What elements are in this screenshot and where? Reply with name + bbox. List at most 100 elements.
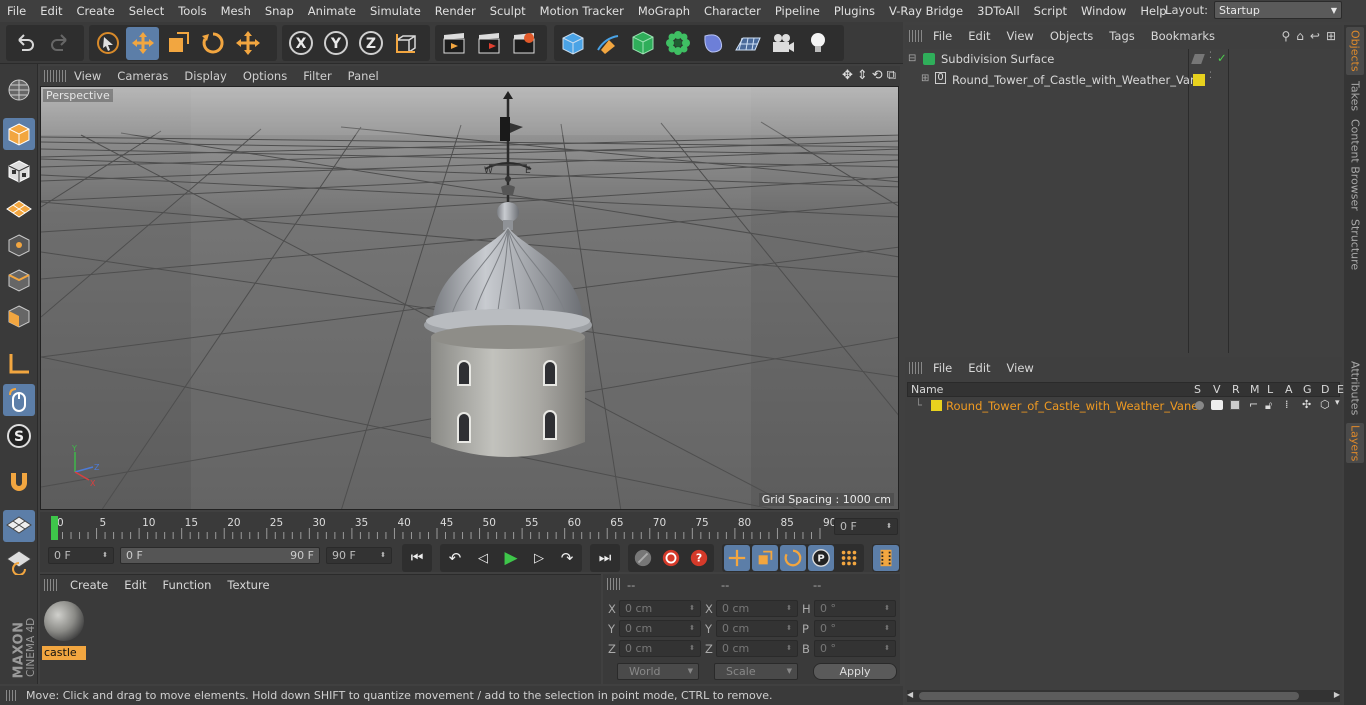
column-view[interactable]: V bbox=[1213, 383, 1221, 396]
column-generators[interactable]: G bbox=[1303, 383, 1312, 396]
maximize-view-icon[interactable]: ⧉ bbox=[887, 68, 896, 83]
layer-color-swatch[interactable] bbox=[931, 400, 942, 411]
rot-b-field[interactable]: 0 ° ⬍ bbox=[814, 640, 896, 657]
back-icon[interactable]: ↩ bbox=[1310, 29, 1320, 43]
tab-layers[interactable]: Layers bbox=[1346, 423, 1364, 463]
menu-pipeline[interactable]: Pipeline bbox=[768, 0, 827, 22]
y-axis-lock-button[interactable]: Y bbox=[319, 27, 352, 60]
render-icon[interactable] bbox=[1230, 400, 1240, 410]
key-scale-button[interactable] bbox=[752, 545, 778, 571]
undo-button[interactable] bbox=[8, 27, 41, 60]
menu-snap[interactable]: Snap bbox=[258, 0, 301, 22]
z-axis-lock-button[interactable]: Z bbox=[354, 27, 387, 60]
material-menu-function[interactable]: Function bbox=[155, 578, 220, 592]
go-to-start-button[interactable]: ⏮ bbox=[404, 545, 430, 571]
scale-tool-button[interactable] bbox=[161, 27, 194, 60]
render-settings-button[interactable] bbox=[507, 27, 540, 60]
workplane-mode-button[interactable] bbox=[3, 191, 35, 223]
key-rotation-button[interactable] bbox=[780, 545, 806, 571]
workplane-lock-button[interactable] bbox=[3, 510, 35, 542]
material-swatch[interactable]: castle bbox=[42, 599, 86, 660]
column-deformers[interactable]: D bbox=[1321, 383, 1329, 396]
coordinate-system-button[interactable] bbox=[389, 27, 422, 60]
tab-structure[interactable]: Structure bbox=[1346, 217, 1364, 273]
render-toggle-icon[interactable] bbox=[1191, 54, 1205, 64]
floor-button[interactable] bbox=[731, 27, 764, 60]
orbit-view-icon[interactable]: ⟲ bbox=[872, 68, 883, 83]
viewport-menu-options[interactable]: Options bbox=[235, 69, 295, 83]
material-menu-texture[interactable]: Texture bbox=[219, 578, 277, 592]
column-render[interactable]: R bbox=[1232, 383, 1240, 396]
layer-row[interactable]: └ Round_Tower_of_Castle_with_Weather_Van… bbox=[907, 398, 1340, 416]
object-menu-view[interactable]: View bbox=[999, 29, 1042, 43]
menu-animate[interactable]: Animate bbox=[301, 0, 363, 22]
menu-motion-tracker[interactable]: Motion Tracker bbox=[533, 0, 631, 22]
menu-create[interactable]: Create bbox=[70, 0, 122, 22]
menu-render[interactable]: Render bbox=[428, 0, 483, 22]
tab-takes[interactable]: Takes bbox=[1346, 79, 1364, 113]
pos-x-field[interactable]: 0 cm ⬍ bbox=[619, 600, 701, 617]
record-active-objects-button[interactable] bbox=[630, 545, 656, 571]
planar-workplane-button[interactable] bbox=[3, 546, 35, 578]
key-point-level-button[interactable] bbox=[836, 545, 862, 571]
drag-handle-icon[interactable] bbox=[909, 362, 923, 374]
solo-dot-icon[interactable] bbox=[1195, 401, 1204, 410]
viewport-menu-view[interactable]: View bbox=[66, 69, 109, 83]
rotate-tool-button[interactable] bbox=[196, 27, 229, 60]
drag-handle-icon[interactable] bbox=[44, 70, 66, 82]
expression-icon[interactable]: ▾ bbox=[1335, 398, 1340, 408]
menu-plugins[interactable]: Plugins bbox=[827, 0, 882, 22]
column-solo[interactable]: S bbox=[1194, 383, 1201, 396]
previous-frame-button[interactable]: ◁ bbox=[470, 545, 496, 571]
drag-handle-icon[interactable] bbox=[6, 690, 18, 701]
viewport-menu-filter[interactable]: Filter bbox=[295, 69, 339, 83]
menu-sculpt[interactable]: Sculpt bbox=[483, 0, 533, 22]
cube-object-button[interactable] bbox=[556, 27, 589, 60]
render-view-button[interactable] bbox=[437, 27, 470, 60]
light-button[interactable] bbox=[801, 27, 834, 60]
menu-window[interactable]: Window bbox=[1074, 0, 1133, 22]
manager-icon[interactable]: ⌐ bbox=[1249, 398, 1258, 411]
drag-handle-icon[interactable] bbox=[607, 578, 621, 590]
subdivision-surface-button[interactable] bbox=[626, 27, 659, 60]
column-name[interactable]: Name bbox=[911, 383, 943, 396]
material-menu-edit[interactable]: Edit bbox=[116, 578, 154, 592]
next-frame-button[interactable]: ▷ bbox=[526, 545, 552, 571]
camera-button[interactable] bbox=[766, 27, 799, 60]
deformer-icon[interactable]: ⬡ bbox=[1320, 398, 1330, 411]
render-to-picture-viewer-button[interactable] bbox=[472, 27, 505, 60]
column-manager[interactable]: M bbox=[1250, 383, 1260, 396]
edges-mode-button[interactable] bbox=[3, 264, 35, 296]
timeline-window-button[interactable] bbox=[873, 545, 899, 571]
snap-button[interactable] bbox=[3, 466, 35, 498]
playhead[interactable] bbox=[51, 516, 58, 540]
apply-button[interactable]: Apply bbox=[813, 663, 897, 680]
viewport-menu-panel[interactable]: Panel bbox=[340, 69, 387, 83]
preview-range-slider[interactable]: 0 F 90 F bbox=[120, 547, 320, 564]
x-axis-lock-button[interactable]: X bbox=[284, 27, 317, 60]
object-menu-objects[interactable]: Objects bbox=[1042, 29, 1101, 43]
texture-mode-button[interactable] bbox=[3, 155, 35, 187]
visibility-dots-icon[interactable]: ⁚ bbox=[1209, 51, 1212, 61]
tab-objects[interactable]: Objects bbox=[1346, 27, 1364, 75]
viewport-menu-cameras[interactable]: Cameras bbox=[109, 69, 176, 83]
rot-p-field[interactable]: 0 ° ⬍ bbox=[814, 620, 896, 637]
lock-icon[interactable]: 🔓︎ bbox=[1265, 399, 1272, 413]
perspective-viewport[interactable]: W E Y Z X Perspective Grid Spacing: 100… bbox=[40, 86, 899, 510]
object-menu-tags[interactable]: Tags bbox=[1101, 29, 1142, 43]
tab-content-browser[interactable]: Content Browser bbox=[1346, 119, 1364, 211]
layer-menu-view[interactable]: View bbox=[999, 361, 1042, 375]
material-menu-create[interactable]: Create bbox=[62, 578, 116, 592]
redo-button[interactable] bbox=[43, 27, 76, 60]
object-row-round-tower[interactable]: ⊞ 0 Round_Tower_of_Castle_with_Weather_V… bbox=[905, 71, 1342, 89]
expand-icon[interactable]: ⊞ bbox=[921, 73, 929, 84]
make-editable-button[interactable] bbox=[3, 74, 35, 106]
scrollbar-thumb[interactable] bbox=[919, 692, 1299, 700]
cloner-button[interactable] bbox=[661, 27, 694, 60]
start-frame-field[interactable]: 0 F ⬍ bbox=[48, 547, 114, 564]
horizontal-scrollbar[interactable]: ◀ ▶ bbox=[907, 690, 1340, 702]
layer-menu-file[interactable]: File bbox=[925, 361, 960, 375]
menu-file[interactable]: File bbox=[0, 0, 33, 22]
pen-spline-button[interactable] bbox=[591, 27, 624, 60]
layout-dropdown[interactable]: Startup ▼ bbox=[1214, 1, 1342, 19]
